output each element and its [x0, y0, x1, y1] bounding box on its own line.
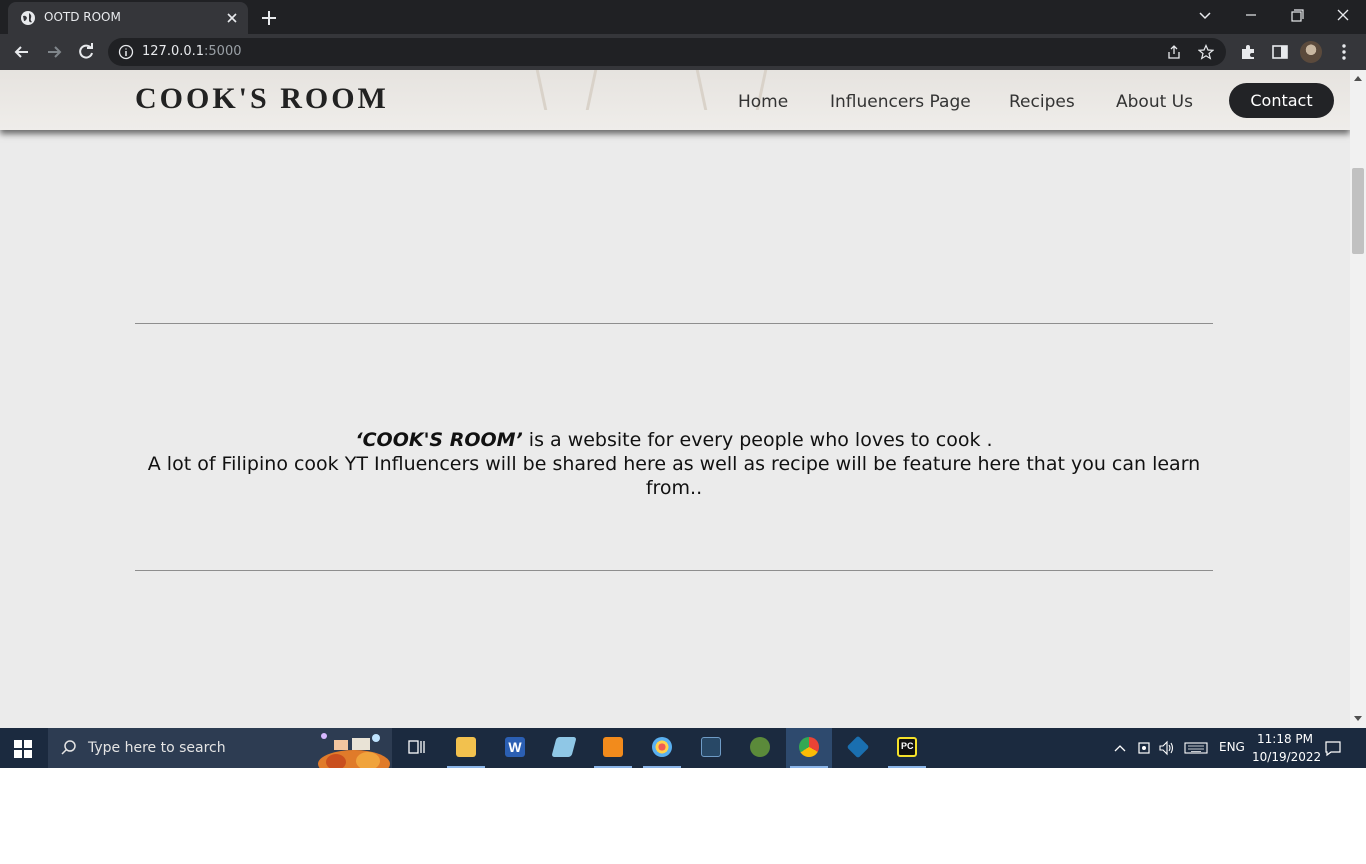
close-icon[interactable] [224, 10, 240, 26]
url-text: 127.0.0.1:5000 [142, 44, 242, 59]
pycharm-icon: PC [897, 737, 917, 757]
profile-avatar[interactable] [1300, 41, 1322, 63]
contact-button[interactable]: Contact [1229, 83, 1334, 118]
language-indicator[interactable]: ENG [1219, 740, 1245, 754]
back-arrow-icon[interactable] [12, 42, 32, 62]
tab-search-chevron-icon[interactable] [1190, 4, 1220, 28]
browser-tab[interactable]: OOTD ROOM [8, 2, 248, 34]
bookmark-star-icon[interactable] [1198, 44, 1214, 60]
nav-influencers-page[interactable]: Influencers Page [830, 92, 971, 112]
scroll-up-arrow-icon[interactable] [1354, 76, 1362, 81]
chevron-up-icon[interactable] [1112, 740, 1128, 756]
chrome-icon [799, 737, 819, 757]
restore-icon[interactable] [1282, 4, 1312, 28]
search-icon [61, 740, 76, 755]
git-gui-icon [750, 737, 770, 757]
background-photo-detail [695, 70, 708, 110]
running-indicator [790, 766, 828, 768]
extensions-puzzle-icon[interactable] [1238, 42, 1258, 62]
running-indicator [447, 766, 485, 768]
tab-title: OOTD ROOM [44, 10, 121, 24]
search-highlight-illustration[interactable] [316, 730, 392, 768]
scroll-thumb[interactable] [1352, 168, 1364, 254]
git-gui-app[interactable] [737, 728, 783, 768]
browser-toolbar: 127.0.0.1:5000 [0, 34, 1366, 70]
scroll-down-arrow-icon[interactable] [1354, 716, 1362, 721]
notepad-app[interactable] [541, 728, 587, 768]
mysql-workbench-app[interactable] [688, 728, 734, 768]
intro-line2: A lot of Filipino cook YT Influencers wi… [147, 453, 1201, 499]
site-logo[interactable]: COOK'S ROOM [135, 82, 389, 116]
running-indicator [643, 766, 681, 768]
new-tab-icon[interactable] [258, 7, 280, 29]
virtualbox-icon [846, 735, 870, 759]
info-icon[interactable] [118, 44, 134, 60]
globe-icon [21, 11, 35, 25]
side-panel-icon[interactable] [1270, 42, 1290, 62]
windows-start-icon[interactable] [14, 740, 32, 758]
task-view-icon [408, 740, 425, 754]
browser-tab-bar: OOTD ROOM [0, 0, 1366, 34]
minimize-icon[interactable] [1236, 4, 1266, 28]
page-viewport: COOK'S ROOM Home Influencers Page Recipe… [0, 70, 1350, 728]
clock-date[interactable]: 10/19/2022 [1252, 750, 1321, 764]
folder-icon [456, 737, 476, 757]
address-bar[interactable]: 127.0.0.1:5000 [108, 38, 1226, 66]
nav-home[interactable]: Home [738, 92, 788, 112]
background-photo-detail [535, 70, 548, 110]
notifications-icon[interactable] [1324, 739, 1342, 757]
reload-icon[interactable] [76, 42, 96, 62]
intro-brand: ‘COOK'S ROOM’ [355, 429, 523, 451]
menu-kebab-icon[interactable] [1334, 42, 1354, 62]
running-indicator [888, 766, 926, 768]
url-host: 127.0.0.1 [142, 44, 205, 59]
background-photo-detail [585, 70, 598, 110]
intro-line1: is a website for every people who loves … [522, 429, 993, 451]
close-window-icon[interactable] [1328, 4, 1358, 28]
nav-about-us[interactable]: About Us [1116, 92, 1193, 112]
word-icon: W [505, 737, 525, 757]
virtualbox-app[interactable] [835, 728, 881, 768]
sublime-text-app[interactable] [590, 728, 636, 768]
file-explorer-app[interactable] [443, 728, 489, 768]
divider [135, 570, 1213, 571]
notepad-icon [551, 737, 577, 757]
intro-text: ‘COOK'S ROOM’ is a website for every peo… [135, 428, 1213, 500]
running-indicator [594, 766, 632, 768]
mysql-workbench-icon [701, 737, 721, 757]
task-view-app[interactable] [393, 728, 439, 768]
screen: OOTD ROOM 127.0.0.1:5000 COOK'S ROOM Hom… [0, 0, 1366, 768]
nav-recipes[interactable]: Recipes [1009, 92, 1075, 112]
meet-now-icon[interactable] [1136, 740, 1154, 756]
clock-time[interactable]: 11:18 PM [1257, 732, 1313, 746]
pycharm-app[interactable]: PC [884, 728, 930, 768]
chrome-app[interactable] [786, 728, 832, 768]
paint-palette-icon [652, 737, 672, 757]
url-port: :5000 [204, 44, 242, 59]
share-icon[interactable] [1166, 44, 1182, 60]
sublime-text-icon [603, 737, 623, 757]
forward-arrow-icon[interactable] [44, 42, 64, 62]
divider [135, 323, 1213, 324]
search-placeholder: Type here to search [88, 740, 226, 756]
word-app[interactable]: W [492, 728, 538, 768]
page-scrollbar[interactable] [1350, 70, 1366, 728]
paint-app[interactable] [639, 728, 685, 768]
site-header: COOK'S ROOM Home Influencers Page Recipe… [0, 70, 1350, 130]
windows-taskbar: Type here to search W PC ENG 11:18 PM 10… [0, 728, 1366, 768]
keyboard-icon[interactable] [1184, 740, 1208, 756]
volume-icon[interactable] [1158, 740, 1176, 756]
